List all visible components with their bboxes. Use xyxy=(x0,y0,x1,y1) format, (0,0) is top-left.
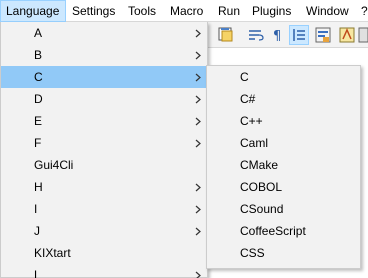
c-submenu-item-cpp[interactable]: C++ xyxy=(207,110,360,132)
menu-tools[interactable]: Tools xyxy=(123,0,161,22)
c-submenu-item-c[interactable]: C xyxy=(207,66,360,88)
c-submenu: C C# C++ Caml CMake COBOL CSound CoffeeS… xyxy=(206,65,361,269)
language-item-e[interactable]: E xyxy=(1,110,207,132)
language-item-b[interactable]: B xyxy=(1,44,207,66)
language-item-h[interactable]: H xyxy=(1,176,207,198)
c-submenu-item-csound[interactable]: CSound xyxy=(207,198,360,220)
language-dropdown: A B C D E F Gui4Cli H I J KIXtart L xyxy=(0,22,208,278)
c-submenu-item-coffeescript[interactable]: CoffeeScript xyxy=(207,220,360,242)
c-submenu-item-cmake[interactable]: CMake xyxy=(207,154,360,176)
chevron-right-icon xyxy=(193,66,203,88)
c-submenu-item-csharp[interactable]: C# xyxy=(207,88,360,110)
c-submenu-item-caml[interactable]: Caml xyxy=(207,132,360,154)
sync-scroll-icon[interactable] xyxy=(216,25,236,45)
menu-settings[interactable]: Settings xyxy=(67,0,120,22)
chevron-right-icon xyxy=(193,44,203,66)
menu-language[interactable]: Language xyxy=(0,0,66,22)
show-all-chars-icon[interactable]: ¶ xyxy=(268,25,288,45)
svg-text:¶: ¶ xyxy=(273,29,281,44)
indent-guide-icon[interactable] xyxy=(289,25,309,45)
language-item-i[interactable]: I xyxy=(1,198,207,220)
chevron-right-icon xyxy=(193,198,203,220)
language-item-a[interactable]: A xyxy=(1,22,207,44)
chevron-right-icon xyxy=(193,132,203,154)
chevron-right-icon xyxy=(193,110,203,132)
chevron-right-icon xyxy=(193,176,203,198)
language-item-c[interactable]: C xyxy=(1,66,207,88)
c-submenu-item-css[interactable]: CSS xyxy=(207,242,360,264)
c-submenu-item-cobol[interactable]: COBOL xyxy=(207,176,360,198)
language-item-l[interactable]: L xyxy=(1,264,207,278)
chevron-right-icon xyxy=(193,264,203,278)
function-list-icon[interactable] xyxy=(337,25,357,45)
doc-map-icon[interactable] xyxy=(358,25,368,45)
chevron-right-icon xyxy=(193,220,203,242)
menu-run[interactable]: Run xyxy=(213,0,245,22)
menu-window[interactable]: Window xyxy=(301,0,354,22)
language-item-gui4cli[interactable]: Gui4Cli xyxy=(1,154,207,176)
language-item-j[interactable]: J xyxy=(1,220,207,242)
language-item-d[interactable]: D xyxy=(1,88,207,110)
chevron-right-icon xyxy=(193,88,203,110)
language-item-f[interactable]: F xyxy=(1,132,207,154)
language-item-kixtart[interactable]: KIXtart xyxy=(1,242,207,264)
app-window: Language Settings Tools Macro Run Plugin… xyxy=(0,0,368,278)
menu-macro[interactable]: Macro xyxy=(165,0,208,22)
menubar: Language Settings Tools Macro Run Plugin… xyxy=(0,0,368,22)
user-language-icon[interactable] xyxy=(313,25,333,45)
chevron-right-icon xyxy=(193,22,203,44)
word-wrap-icon[interactable] xyxy=(246,25,266,45)
menu-help[interactable]: ? xyxy=(356,0,368,22)
menu-plugins[interactable]: Plugins xyxy=(247,0,296,22)
